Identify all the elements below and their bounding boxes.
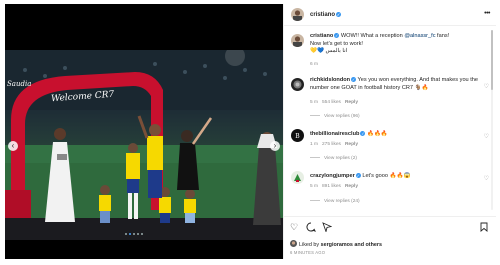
avatar[interactable] bbox=[290, 240, 297, 247]
replies-divider bbox=[310, 200, 320, 201]
stadium-scene bbox=[5, 50, 283, 240]
view-replies-label[interactable]: View replies (96) bbox=[324, 114, 360, 119]
comment-body: richkidslondon ✓ Yes you won everything. … bbox=[310, 77, 480, 92]
svg-text:B: B bbox=[295, 133, 300, 140]
comment-time: 1 m bbox=[310, 142, 318, 147]
liked-by-others-link[interactable]: and others bbox=[353, 242, 382, 248]
username-text[interactable]: cristiano bbox=[310, 12, 335, 18]
post-photo: Welcome CR7 Saudia bbox=[5, 50, 283, 240]
caption-username[interactable]: cristiano bbox=[310, 33, 333, 39]
verified-badge-icon: ✓ bbox=[355, 173, 361, 178]
comment-body: thebillionairesclub ✓ 🔥🔥🔥 bbox=[310, 131, 480, 139]
comment-likes-count[interactable]: 275 likes bbox=[322, 142, 341, 147]
comment-like-heart-icon[interactable]: ♡ bbox=[484, 83, 489, 90]
post-author-username[interactable]: cristiano ✓ bbox=[310, 12, 342, 18]
caption-line-2: Now let's get to work! bbox=[310, 40, 363, 47]
avatar[interactable] bbox=[291, 8, 304, 21]
comment-text: Let's gooo 🔥🔥😱 bbox=[362, 173, 411, 179]
reply-button[interactable]: Reply bbox=[345, 184, 358, 189]
comment-meta: 5 m 554 likes Reply bbox=[310, 100, 362, 105]
post-side-panel: cristiano ✓ ••• cristiano ✓ WOW!! What a r… bbox=[283, 4, 496, 259]
comment-meta: 1 m 275 likes Reply bbox=[310, 142, 362, 147]
share-icon[interactable] bbox=[322, 222, 333, 234]
carousel-dot bbox=[141, 233, 143, 235]
carousel-dot-active bbox=[129, 233, 131, 235]
avatar[interactable]: B bbox=[291, 129, 304, 142]
bookmark-icon[interactable] bbox=[480, 222, 488, 234]
arch-brand-text: Saudia bbox=[7, 80, 32, 88]
previous-photo-button[interactable]: ‹ bbox=[8, 141, 18, 151]
comment-time: 5 m bbox=[310, 100, 318, 105]
post-caption: cristiano ✓ WOW!! What a reception @alnas… bbox=[310, 33, 486, 56]
liked-by-user-link[interactable]: sergioramos bbox=[321, 242, 353, 248]
avatar[interactable] bbox=[291, 171, 304, 184]
comment-meta: 5 m 891 likes Reply bbox=[310, 184, 362, 189]
comment-username[interactable]: crazylongjumper bbox=[310, 173, 355, 179]
view-replies-label[interactable]: View replies (24) bbox=[324, 199, 360, 204]
comment-likes-count[interactable]: 554 likes bbox=[322, 100, 341, 105]
post-media[interactable]: Welcome CR7 Saudia ‹ › bbox=[5, 4, 283, 259]
view-replies-label[interactable]: View replies (2) bbox=[324, 156, 357, 161]
replies-divider bbox=[310, 115, 320, 116]
view-replies-button[interactable]: View replies (24) bbox=[310, 199, 360, 204]
comment-like-heart-icon[interactable]: ♡ bbox=[484, 175, 489, 182]
carousel-dot bbox=[125, 233, 127, 235]
comment-text: 🔥🔥🔥 bbox=[366, 131, 388, 137]
next-photo-button[interactable]: › bbox=[270, 141, 280, 151]
post-actions-bar: ♡ Liked by sergioramos and others 6 MINU… bbox=[284, 216, 496, 259]
caption-time: 6 m bbox=[310, 62, 318, 67]
caption-line-3: 💛💙 انا بالمس bbox=[310, 48, 348, 54]
avatar[interactable] bbox=[291, 78, 304, 91]
post-header: cristiano ✓ ••• bbox=[284, 4, 496, 26]
verified-badge-icon: ✓ bbox=[360, 131, 366, 136]
comment-username[interactable]: richkidslondon bbox=[310, 77, 350, 83]
verified-badge-icon: ✓ bbox=[336, 12, 342, 17]
comment-likes-count[interactable]: 891 likes bbox=[322, 184, 341, 189]
carousel-indicator bbox=[125, 233, 143, 237]
comment-icon[interactable] bbox=[306, 222, 316, 234]
instagram-post-window: Welcome CR7 Saudia ‹ › cristiano ✓ ••• c… bbox=[0, 0, 500, 265]
reply-button[interactable]: Reply bbox=[345, 142, 358, 147]
post-timestamp[interactable]: 6 MINUTES AGO bbox=[290, 250, 325, 255]
verified-badge-icon: ✓ bbox=[334, 33, 340, 38]
comment-time: 5 m bbox=[310, 184, 318, 189]
view-replies-button[interactable]: View replies (2) bbox=[310, 156, 357, 161]
avatar[interactable] bbox=[291, 34, 304, 47]
comments-scrollbar-thumb[interactable] bbox=[491, 30, 493, 90]
carousel-dot bbox=[133, 233, 135, 235]
reply-button[interactable]: Reply bbox=[345, 100, 358, 105]
replies-divider bbox=[310, 157, 320, 158]
comment-body: crazylongjumper ✓ Let's gooo 🔥🔥😱 bbox=[310, 173, 480, 181]
comment-like-heart-icon[interactable]: ♡ bbox=[484, 133, 489, 140]
carousel-dot bbox=[137, 233, 139, 235]
liked-by-line: Liked by sergioramos and others bbox=[290, 240, 382, 248]
verified-badge-icon: ✓ bbox=[351, 77, 357, 82]
comment-username[interactable]: thebillionairesclub bbox=[310, 131, 359, 137]
view-replies-button[interactable]: View replies (96) bbox=[310, 114, 360, 119]
caption-text-suffix: fans! bbox=[435, 33, 450, 39]
liked-by-prefix: Liked by bbox=[299, 242, 321, 248]
caption-mention-link[interactable]: @alnassr_fc bbox=[404, 33, 435, 39]
caption-text-prefix: WOW!! What a reception bbox=[340, 33, 405, 39]
more-options-icon[interactable]: ••• bbox=[484, 10, 490, 17]
heart-icon[interactable]: ♡ bbox=[290, 222, 298, 232]
